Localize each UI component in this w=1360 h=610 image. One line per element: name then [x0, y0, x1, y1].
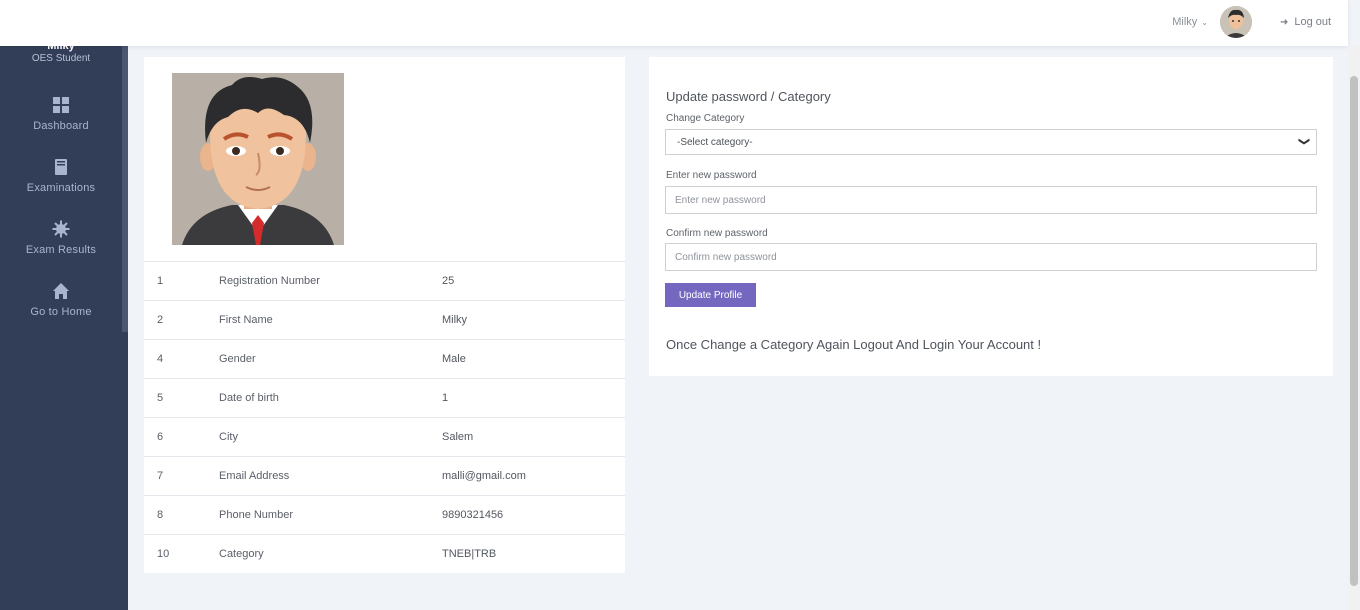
profile-avatar-icon [172, 73, 344, 245]
book-icon [55, 159, 67, 175]
row-value: TNEB|TRB [442, 548, 497, 561]
logout-label: Log out [1294, 16, 1332, 28]
sidebar-item-label: Go to Home [30, 306, 92, 318]
logout-button[interactable]: ➜ Log out [1280, 16, 1331, 28]
grid-icon [53, 97, 69, 113]
sidebar-item-label: Examinations [26, 182, 96, 194]
row-number: 5 [157, 392, 164, 404]
row-value: Milky [442, 314, 468, 326]
avatar-face-icon [1220, 6, 1252, 38]
row-value: Male [442, 353, 466, 365]
row-number: 1 [157, 275, 164, 287]
row-number: 10 [157, 548, 170, 561]
table-row: 5 Date of birth 1 [144, 378, 625, 418]
avatar[interactable] [1220, 6, 1252, 38]
row-field: Date of birth [219, 392, 279, 404]
new-password-label: Enter new password [666, 170, 757, 181]
row-value: 1 [442, 392, 449, 404]
logout-icon: ➜ [1280, 17, 1289, 28]
sidebar-scrollbar[interactable] [122, 46, 128, 332]
sidebar-item-dashboard[interactable]: Dashboard [0, 96, 122, 132]
row-field: Email Address [219, 470, 290, 482]
profile-card: 1 Registration Number 25 2 First Name Mi… [144, 57, 625, 573]
sidebar: Milky OES Student Dashboard Examinations [0, 0, 128, 610]
row-field: Registration Number [219, 275, 320, 287]
category-select-value: -Select category- [677, 137, 753, 148]
change-category-label: Change Category [666, 113, 745, 124]
table-row: 10 Category TNEB|TRB [144, 534, 625, 574]
category-change-notice: Once Change a Category Again Logout And … [666, 337, 1042, 352]
profile-info-table: 1 Registration Number 25 2 First Name Mi… [144, 261, 625, 574]
table-row: 6 City Salem [144, 417, 625, 457]
row-field: Gender [219, 353, 256, 365]
chevron-down-icon: ❯ [1297, 136, 1310, 147]
sidebar-user-role: OES Student [31, 53, 91, 64]
page-scrollbar-thumb[interactable] [1350, 76, 1358, 586]
confirm-password-field[interactable] [665, 243, 1317, 271]
user-menu-name: Milky [1172, 16, 1198, 28]
table-row: 7 Email Address malli@gmail.com [144, 456, 625, 496]
table-row: 4 Gender Male [144, 339, 625, 379]
row-field: City [219, 431, 238, 443]
row-number: 2 [157, 314, 164, 326]
row-number: 7 [157, 470, 164, 482]
profile-photo [172, 73, 344, 245]
row-value: malli@gmail.com [442, 470, 526, 482]
gear-icon [52, 220, 70, 238]
table-row: 2 First Name Milky [144, 300, 625, 340]
row-value: Salem [442, 431, 474, 443]
page-scrollbar[interactable] [1348, 46, 1360, 610]
home-icon [53, 283, 69, 299]
sidebar-item-exam-results[interactable]: Exam Results [0, 220, 122, 256]
sidebar-item-label: Exam Results [25, 244, 97, 256]
card-title: Update password / Category [666, 89, 831, 104]
confirm-password-label: Confirm new password [666, 228, 768, 239]
chevron-down-icon: ⌄ [1201, 18, 1208, 27]
table-row: 8 Phone Number 9890321456 [144, 495, 625, 535]
row-number: 6 [157, 431, 164, 443]
sidebar-item-examinations[interactable]: Examinations [0, 158, 122, 194]
row-value: 25 [442, 275, 455, 287]
update-password-card: Update password / Category Change Catego… [649, 57, 1333, 376]
sidebar-item-go-home[interactable]: Go to Home [0, 282, 122, 318]
table-row: 1 Registration Number 25 [144, 261, 625, 301]
new-password-field[interactable] [665, 186, 1317, 214]
row-field: First Name [219, 314, 273, 326]
row-field: Phone Number [219, 509, 293, 521]
topbar: Milky ⌄ ➜ Log out [0, 0, 1348, 46]
sidebar-item-label: Dashboard [33, 120, 89, 132]
row-value: 9890321456 [442, 509, 504, 521]
update-profile-button[interactable]: Update Profile [665, 283, 756, 307]
row-field: Category [219, 548, 264, 561]
user-menu[interactable]: Milky ⌄ [1172, 16, 1208, 28]
row-number: 4 [157, 353, 164, 365]
row-number: 8 [157, 509, 164, 521]
category-select[interactable]: -Select category- ❯ [665, 129, 1317, 155]
